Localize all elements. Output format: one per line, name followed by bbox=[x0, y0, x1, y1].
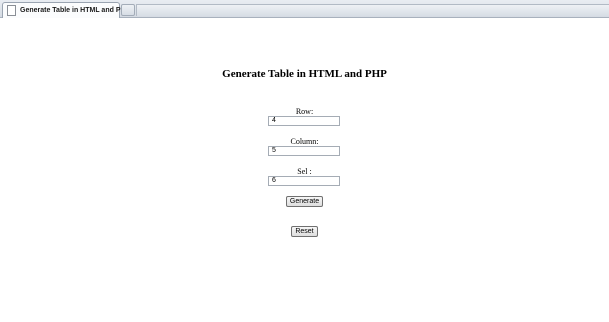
reset-button[interactable]: Reset bbox=[291, 226, 318, 237]
tab-strip-background bbox=[136, 4, 609, 16]
generate-button[interactable]: Generate bbox=[286, 196, 323, 207]
sel-input[interactable]: 6 bbox=[268, 176, 340, 186]
row-input[interactable]: 4 bbox=[268, 116, 340, 126]
column-input[interactable]: 5 bbox=[268, 146, 340, 156]
browser-tab-strip: Generate Table in HTML and PHP bbox=[0, 0, 609, 18]
column-label: Column: bbox=[290, 137, 319, 146]
browser-tab[interactable]: Generate Table in HTML and PHP bbox=[2, 2, 130, 18]
page-content: Generate Table in HTML and PHP Row: 4 Co… bbox=[0, 18, 609, 322]
page-icon bbox=[7, 5, 16, 16]
row-label: Row: bbox=[295, 107, 314, 116]
page-title: Generate Table in HTML and PHP bbox=[222, 68, 387, 80]
new-tab-button[interactable] bbox=[121, 4, 135, 16]
browser-tab-title: Generate Table in HTML and PHP bbox=[20, 7, 131, 14]
sel-label: Sel : bbox=[297, 167, 312, 176]
